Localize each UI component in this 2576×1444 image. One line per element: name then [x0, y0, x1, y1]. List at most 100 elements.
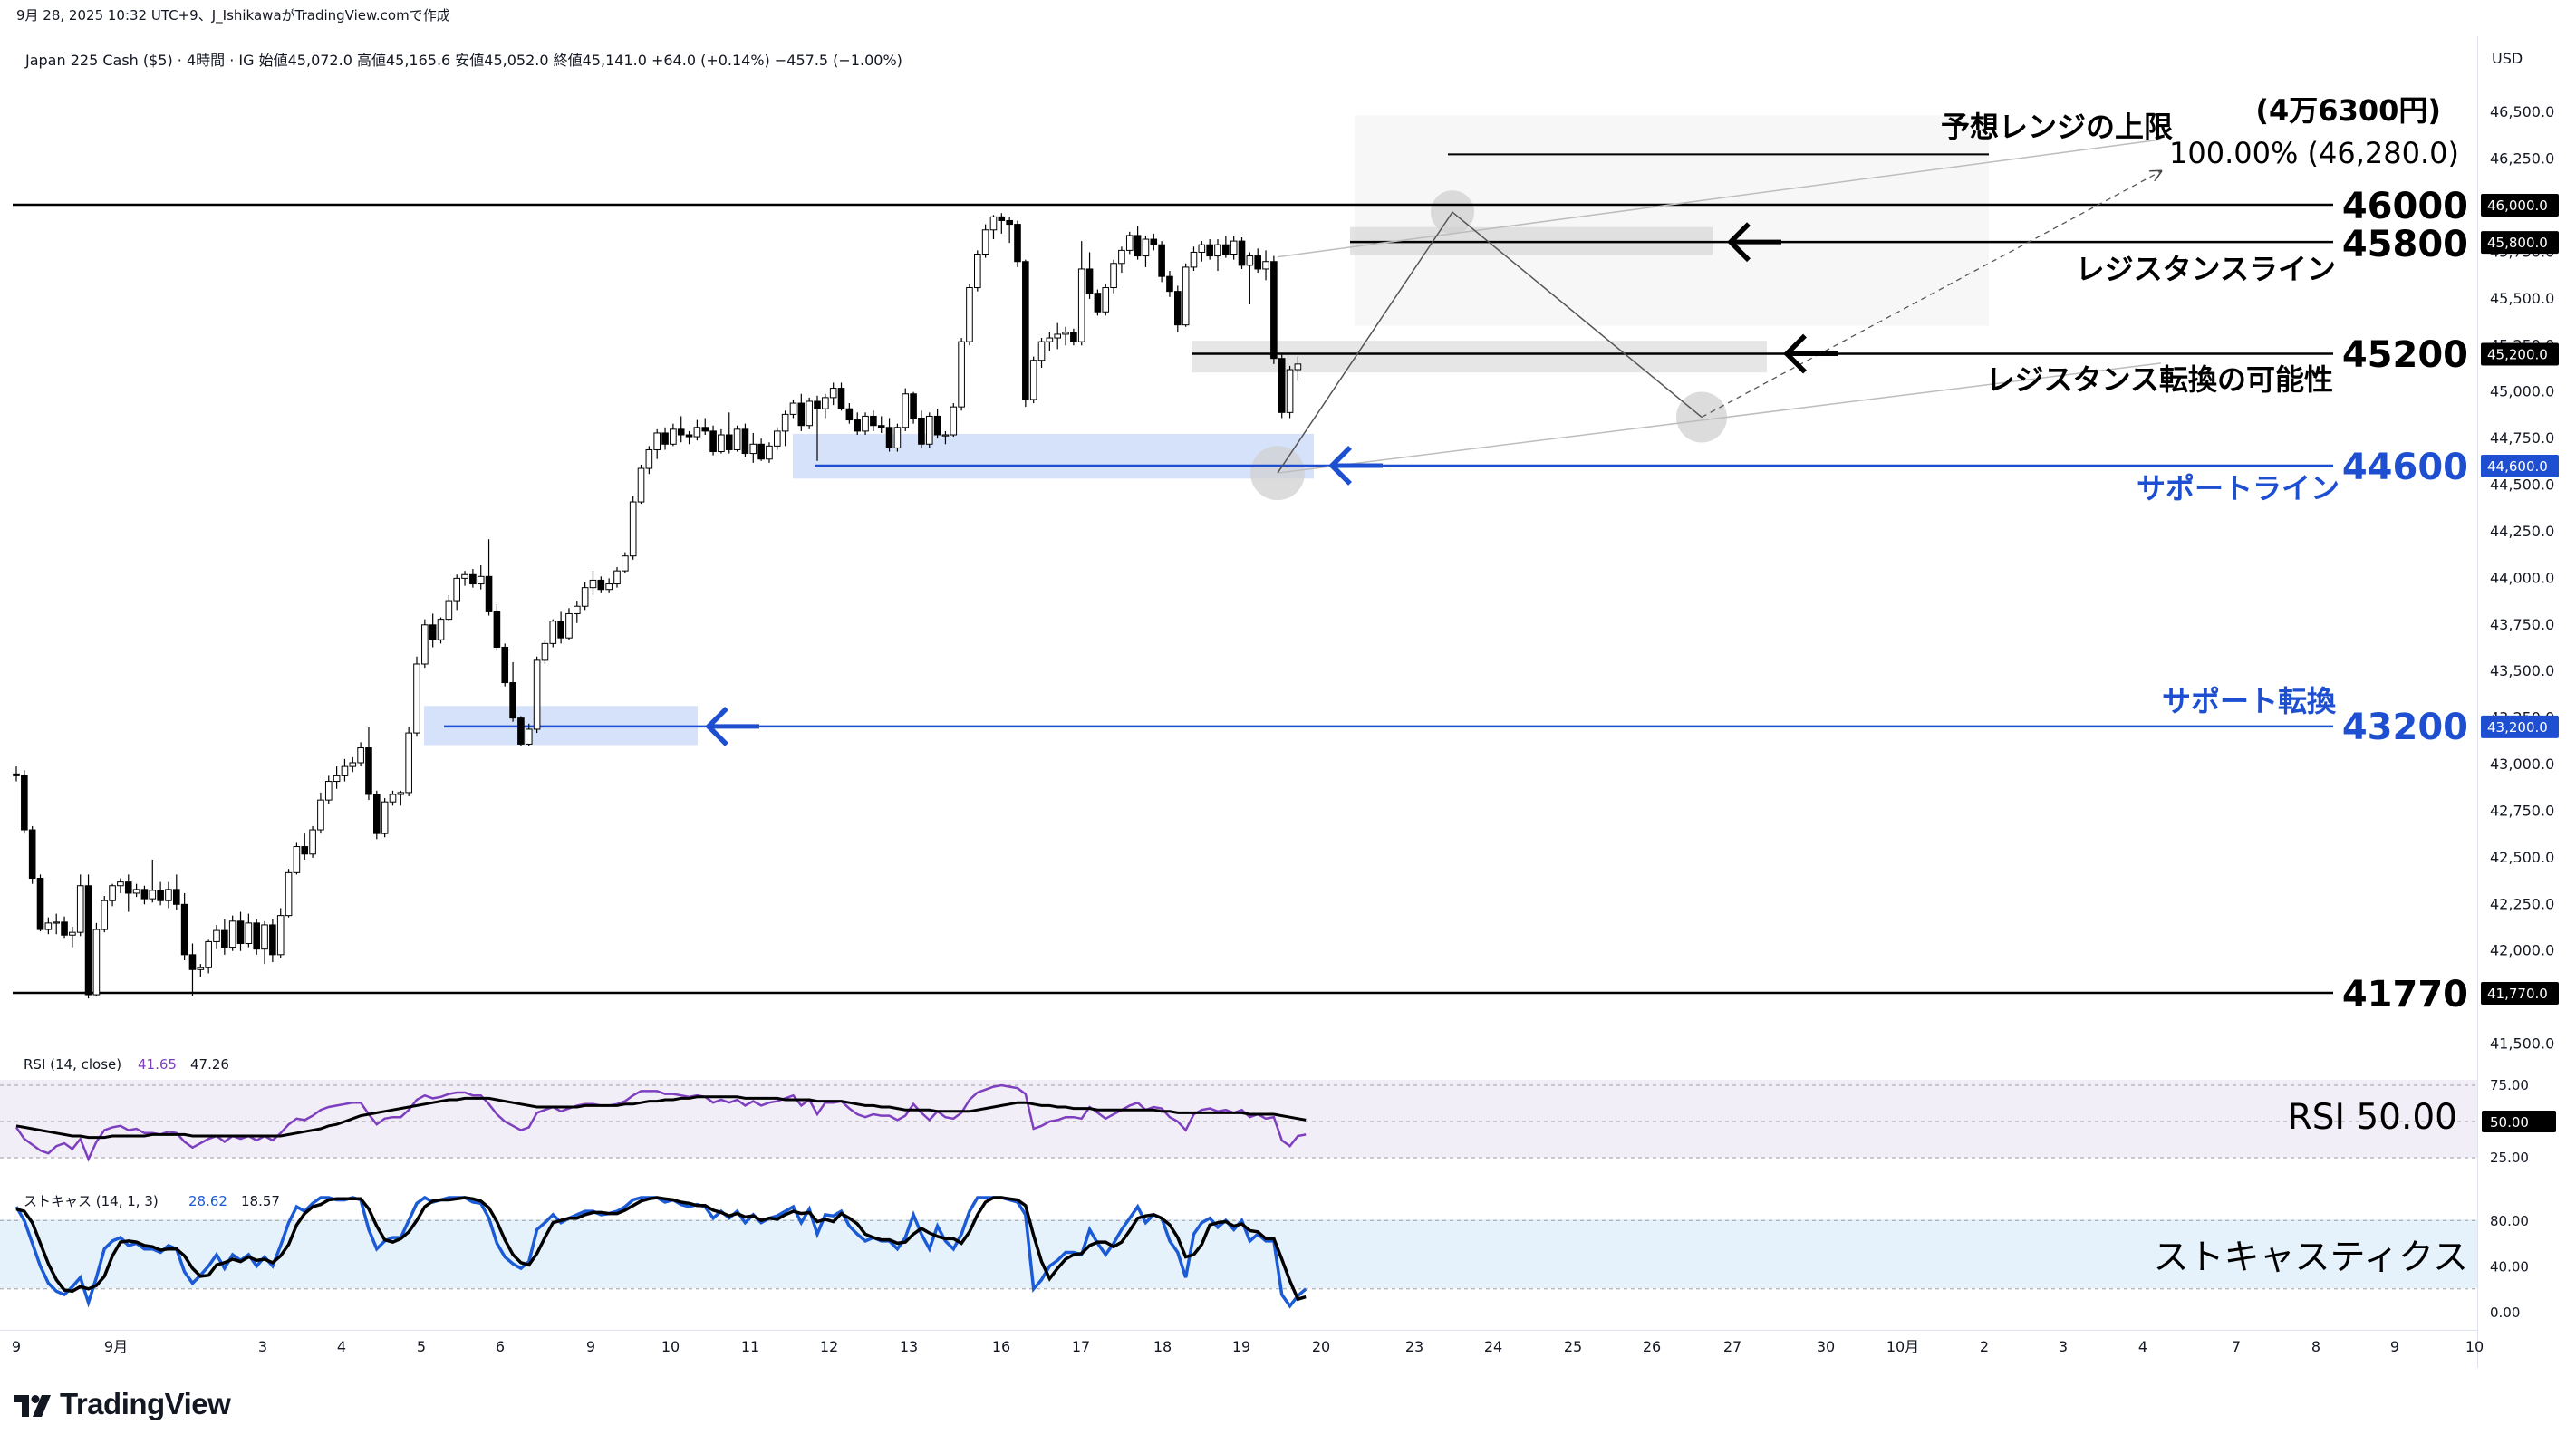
level-label-46000: 46000 [2342, 186, 2468, 227]
candle [92, 922, 101, 997]
candle-up [341, 765, 349, 776]
candle-up [381, 801, 389, 834]
candle [205, 939, 212, 974]
candle [774, 427, 781, 450]
candle-down [1014, 224, 1021, 263]
candle [1062, 326, 1069, 346]
candle [589, 571, 597, 595]
candle-up [213, 929, 220, 942]
candle-up [437, 619, 445, 640]
candle-down [469, 573, 477, 585]
candle-up [1046, 337, 1054, 342]
candle [140, 885, 149, 905]
candlestick-series [13, 213, 1302, 999]
candle [597, 576, 605, 593]
candle-up [317, 799, 324, 831]
candle [429, 613, 437, 648]
support-conversion-label: サポート転換 [2162, 684, 2337, 718]
price-chart[interactable]: RSI (14, close) 41.65 47.26RSI 50.00 50.007… [0, 0, 2576, 1377]
level-label-45800: 45800 [2342, 224, 2468, 265]
price-tick: 45,000.0 [2490, 383, 2554, 400]
candle [693, 419, 701, 441]
stoch-tick: 40.00 [2490, 1259, 2529, 1276]
candle-down [124, 881, 132, 894]
candle [1150, 233, 1158, 251]
candle [1198, 241, 1206, 262]
candle-down [1006, 219, 1013, 226]
level-label-41770: 41770 [2342, 974, 2468, 1016]
candle-up [165, 889, 172, 901]
candle-up [1054, 333, 1062, 339]
candle-down [1134, 235, 1142, 257]
price-axis[interactable]: 46,500.046,250.046,000.045,750.045,500.0… [2481, 103, 2559, 1053]
candle [670, 423, 677, 447]
candle [1278, 354, 1286, 419]
tradingview-logo[interactable]: TradingView [14, 1387, 231, 1421]
candle [549, 619, 557, 648]
time-tick: 17 [1072, 1338, 1090, 1355]
candle-up [1037, 341, 1046, 361]
candle [1262, 250, 1269, 281]
candle-down [1150, 238, 1158, 245]
price-badge-text: 46,000.0 [2487, 197, 2548, 214]
support-zone-44600 [793, 433, 1314, 479]
rsi-panel-label: RSI 50.00 [2288, 1097, 2457, 1138]
candle [766, 442, 773, 463]
candle-down [36, 878, 44, 930]
candle-down [61, 921, 68, 936]
candle-down [557, 621, 564, 639]
candle-down [21, 775, 28, 831]
candle-down [597, 579, 605, 591]
time-tick: 9 [12, 1338, 21, 1355]
candle-up [389, 794, 397, 803]
candle [781, 410, 789, 447]
candle [1085, 252, 1094, 299]
candle [557, 611, 564, 644]
candle [1246, 252, 1254, 305]
candle-down [910, 393, 917, 419]
candle-up [749, 443, 757, 455]
time-tick: 23 [1405, 1338, 1423, 1355]
candle-down [1085, 268, 1094, 294]
candle [61, 916, 68, 939]
candle-up [293, 846, 301, 873]
time-axis[interactable]: 9 9月 3 4 5 6 9 10 11 12 13 16 17 18 19 20 23 24 25 26 27 30 10… [12, 1338, 2484, 1355]
time-tick: 2 [1980, 1338, 1989, 1355]
price-tick: 46,250.0 [2490, 150, 2554, 168]
price-tick: 45,500.0 [2490, 290, 2554, 307]
candle-up [333, 775, 341, 783]
candle-down [998, 216, 1006, 221]
candle [21, 770, 28, 834]
price-tick: 44,000.0 [2490, 569, 2554, 586]
candle [829, 382, 837, 406]
candle-down [1174, 291, 1182, 326]
time-tick: 5 [417, 1338, 426, 1355]
candle-up [549, 621, 557, 644]
candle-up [461, 573, 468, 579]
candle-up [228, 920, 236, 948]
candle-down [28, 829, 36, 880]
price-badge-text: 44,600.0 [2487, 458, 2548, 475]
candle-up [613, 570, 621, 585]
candle-up [397, 792, 405, 795]
candle-down [1158, 244, 1165, 277]
candle-up [405, 732, 412, 794]
rsi-tick: 25.00 [2490, 1150, 2529, 1166]
candle-up [109, 885, 116, 901]
candle-up [766, 445, 773, 460]
rsi-value-2: 47.26 [190, 1056, 229, 1073]
candle [1222, 235, 1230, 258]
stoch-band [0, 1219, 2477, 1288]
candle-up [989, 216, 998, 231]
candle [1014, 220, 1021, 267]
candle [341, 758, 349, 782]
candle [725, 412, 733, 454]
candle [253, 919, 260, 955]
candle-down [188, 954, 197, 970]
candle-down [741, 428, 749, 455]
price-badge-text: 43,200.0 [2487, 719, 2548, 736]
candle [1029, 356, 1037, 404]
candle [653, 428, 661, 459]
candle [261, 920, 268, 965]
candle-down [13, 773, 20, 776]
